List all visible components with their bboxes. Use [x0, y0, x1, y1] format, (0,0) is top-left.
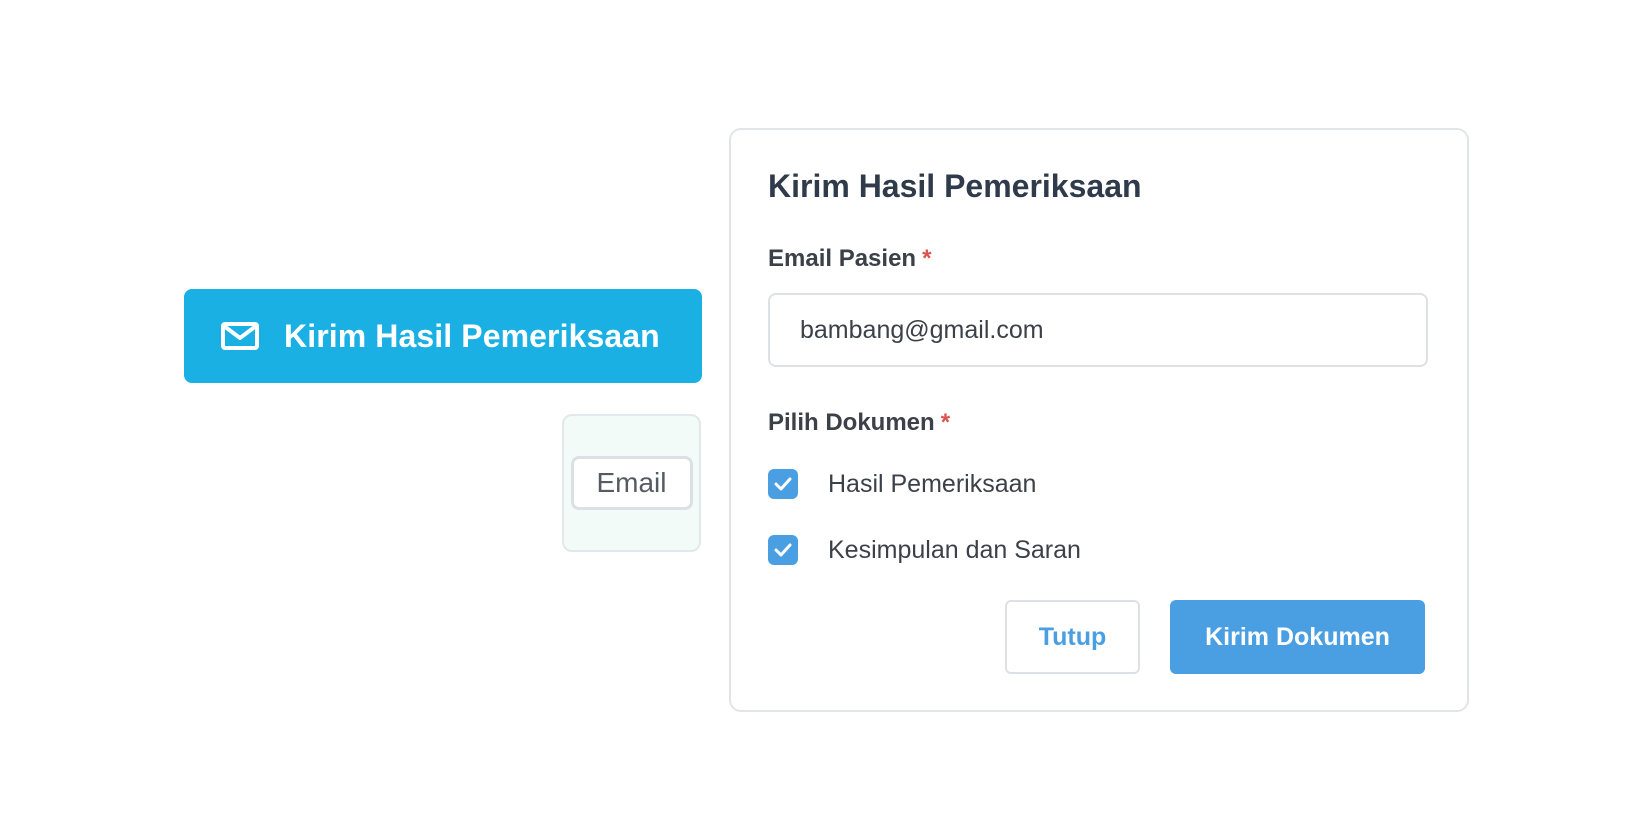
mail-icon — [220, 321, 260, 351]
check-icon — [774, 477, 792, 491]
send-results-button[interactable]: Kirim Hasil Pemeriksaan — [184, 289, 702, 383]
modal-actions: Tutup Kirim Dokumen — [1005, 600, 1425, 674]
send-results-modal: Kirim Hasil Pemeriksaan Email Pasien* Pi… — [729, 128, 1469, 712]
document-label: Hasil Pemeriksaan — [828, 469, 1037, 498]
email-field-label: Email Pasien * — [768, 245, 1430, 273]
document-option-hasil[interactable]: Hasil Pemeriksaan — [768, 469, 1430, 499]
email-option-card[interactable]: Email — [562, 414, 701, 552]
modal-title: Kirim Hasil Pemeriksaan — [768, 168, 1142, 204]
documents-field-label-text: Pilih Dokumen — [768, 409, 935, 436]
documents-field-label: Pilih Dokumen * — [768, 409, 1430, 437]
email-field-label-text: Email Pasien — [768, 245, 917, 272]
document-label: Kesimpulan dan Saran — [828, 535, 1081, 564]
patient-email-input[interactable] — [768, 293, 1428, 367]
email-chip-label: Email — [596, 467, 667, 498]
required-mark: * — [922, 245, 932, 272]
checkbox-kesimpulan-dan-saran[interactable] — [768, 535, 798, 565]
check-icon — [774, 543, 792, 557]
document-option-kesimpulan[interactable]: Kesimpulan dan Saran — [768, 535, 1430, 565]
send-documents-button[interactable]: Kirim Dokumen — [1170, 600, 1425, 674]
canvas: Kirim Hasil Pemeriksaan Email Kirim Hasi… — [0, 0, 1650, 840]
required-mark: * — [940, 409, 951, 436]
checkbox-hasil-pemeriksaan[interactable] — [768, 469, 798, 499]
email-chip[interactable]: Email — [570, 456, 693, 510]
send-results-button-label: Kirim Hasil Pemeriksaan — [284, 317, 660, 354]
close-button[interactable]: Tutup — [1005, 600, 1140, 674]
